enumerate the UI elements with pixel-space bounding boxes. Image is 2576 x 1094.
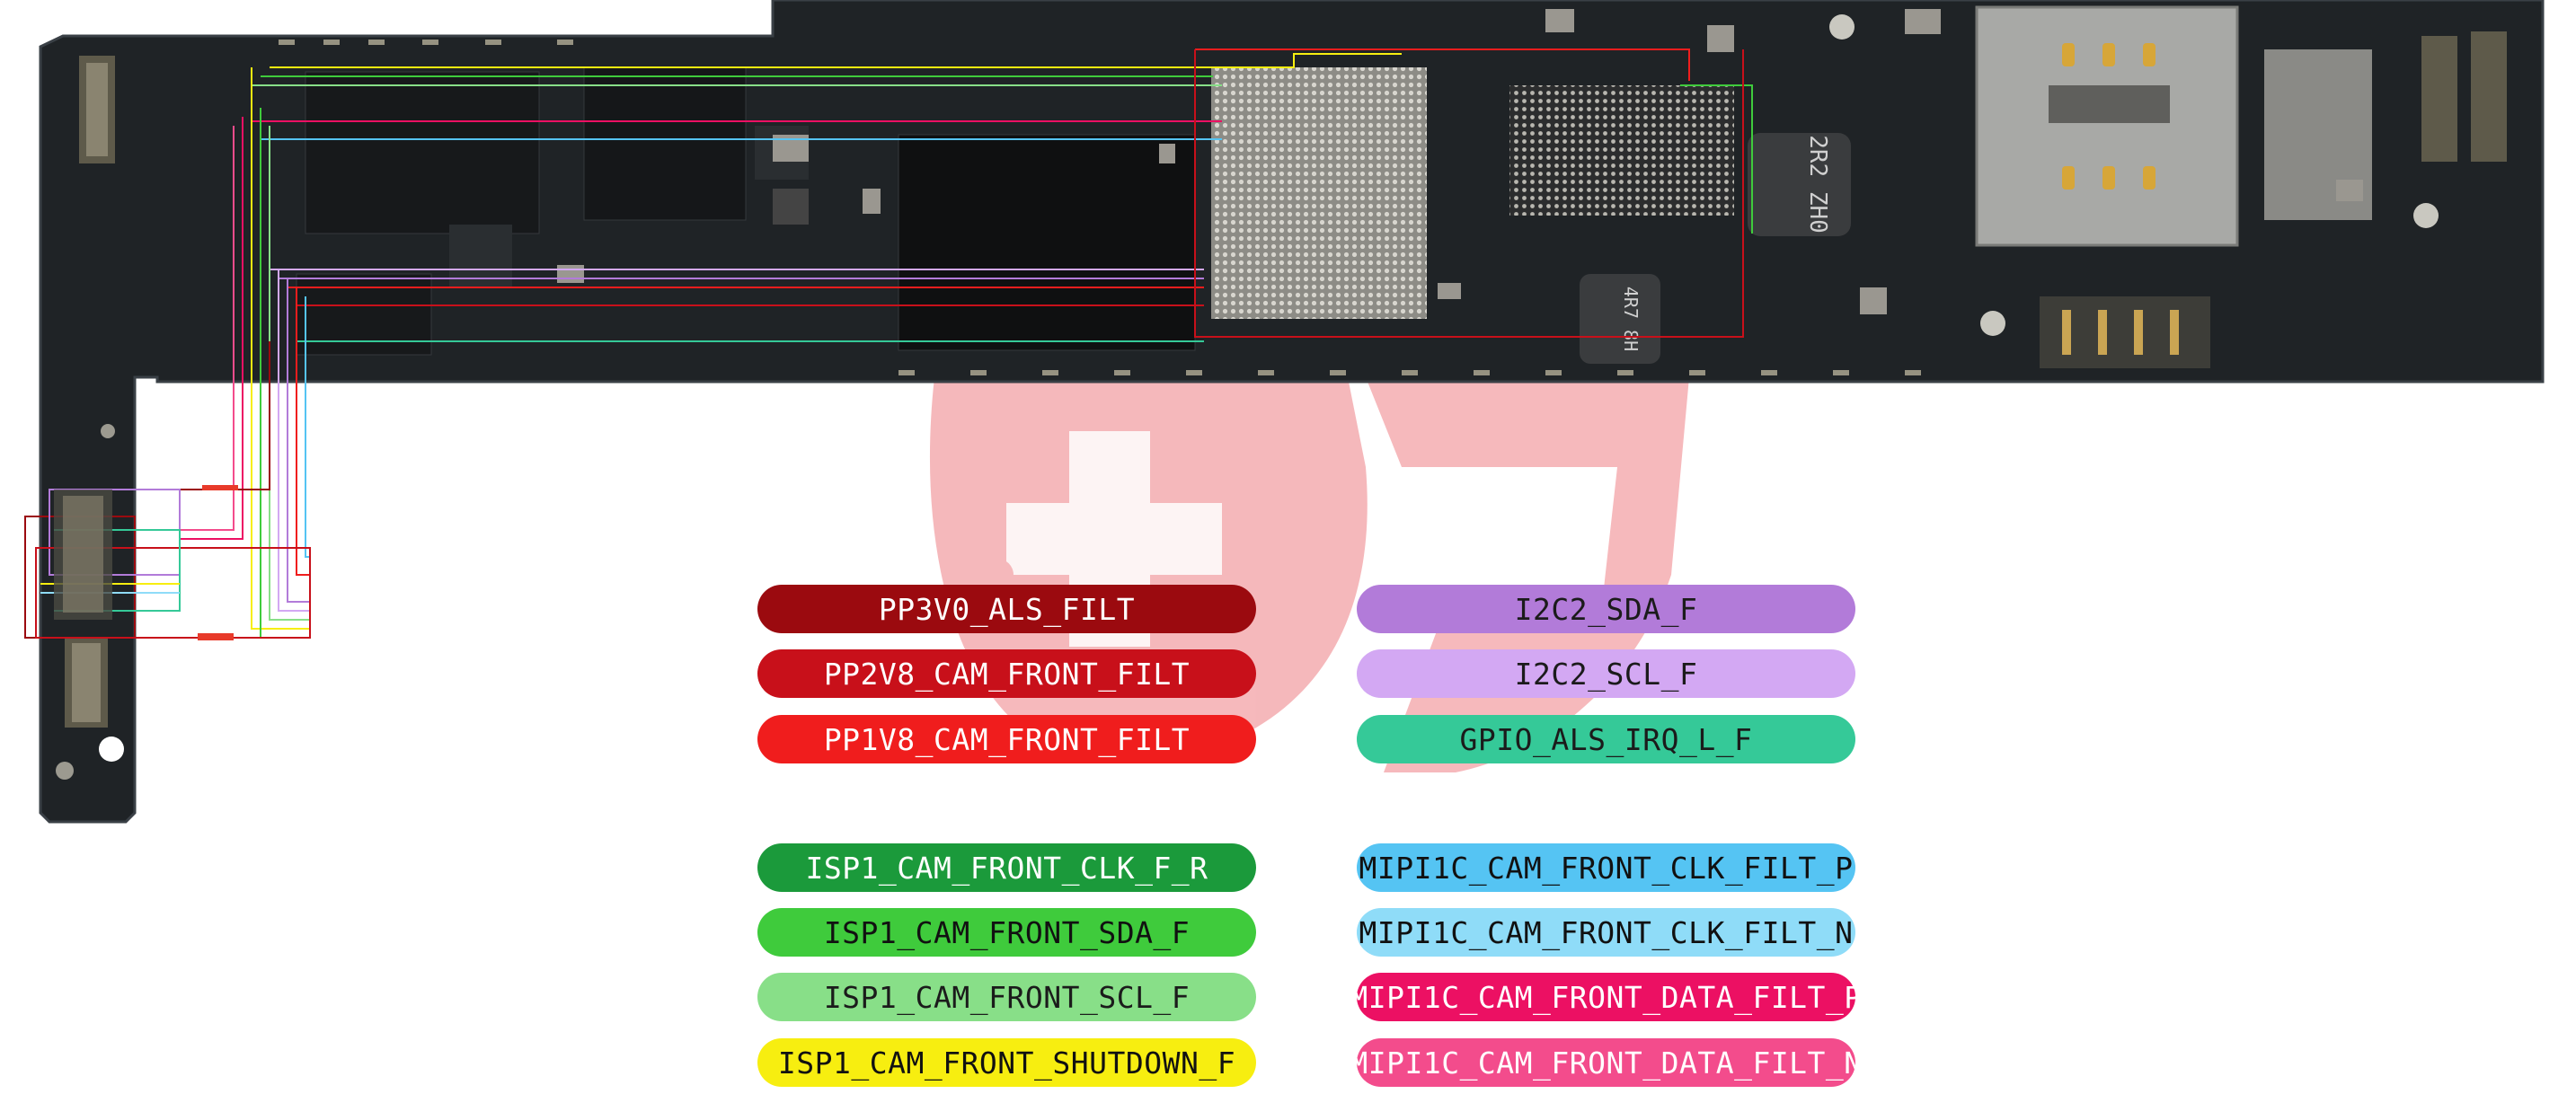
left-connector-bottom xyxy=(65,638,108,728)
battery-connector xyxy=(2040,296,2210,368)
legend-pill-gpioals: GPIO_ALS_IRQ_L_F xyxy=(1357,715,1855,763)
legend-pill-ispscl: ISP1_CAM_FRONT_SCL_F xyxy=(757,973,1256,1021)
mounting-hole xyxy=(99,737,124,762)
legend-pill-mipidatap: MIPI1C_CAM_FRONT_DATA_FILT_P xyxy=(1350,973,1862,1021)
front-camera-connector xyxy=(54,485,238,640)
mounting-hole xyxy=(2413,203,2439,228)
test-pad xyxy=(56,762,74,780)
mounting-hole xyxy=(1829,14,1855,40)
legend-pill-pp2v8: PP2V8_CAM_FRONT_FILT xyxy=(757,649,1256,698)
legend-pill-mipidatan: MIPI1C_CAM_FRONT_DATA_FILT_N xyxy=(1350,1038,1862,1087)
legend-pill-ispshdn: ISP1_CAM_FRONT_SHUTDOWN_F xyxy=(757,1038,1256,1087)
mounting-hole xyxy=(1980,311,2005,336)
legend-pill-mipiclkn: MIPI1C_CAM_FRONT_CLK_FILT_N xyxy=(1357,908,1855,957)
legend-pill-mipiclkp: MIPI1C_CAM_FRONT_CLK_FILT_P xyxy=(1357,843,1855,892)
left-connector-top xyxy=(79,56,115,163)
legend-pill-i2c2scl: I2C2_SCL_F xyxy=(1357,649,1855,698)
legend-pill-pp3v0: PP3V0_ALS_FILT xyxy=(757,585,1256,633)
watermark-logo xyxy=(929,377,1689,772)
legend-pill-ispclk: ISP1_CAM_FRONT_CLK_F_R xyxy=(757,843,1256,892)
legend-pill-i2c2sda: I2C2_SDA_F xyxy=(1357,585,1855,633)
inductor-4r7: 4R7 8H xyxy=(1580,274,1660,364)
svg-text:4R7 8H: 4R7 8H xyxy=(1620,287,1642,351)
sim-card-tray xyxy=(1975,5,2239,247)
legend-pill-ispsda: ISP1_CAM_FRONT_SDA_F xyxy=(757,908,1256,957)
test-pad xyxy=(101,424,115,438)
soc-bga-chip xyxy=(1211,67,1427,319)
board-diagram: 2R2 ZH0 4R7 8H xyxy=(24,0,2545,824)
legend-pill-pp1v8: PP1V8_CAM_FRONT_FILT xyxy=(757,715,1256,763)
inductor-2r2: 2R2 ZH0 xyxy=(1748,133,1851,236)
svg-text:2R2 ZH0: 2R2 ZH0 xyxy=(1804,135,1831,234)
memory-bga-chip xyxy=(1509,85,1734,216)
